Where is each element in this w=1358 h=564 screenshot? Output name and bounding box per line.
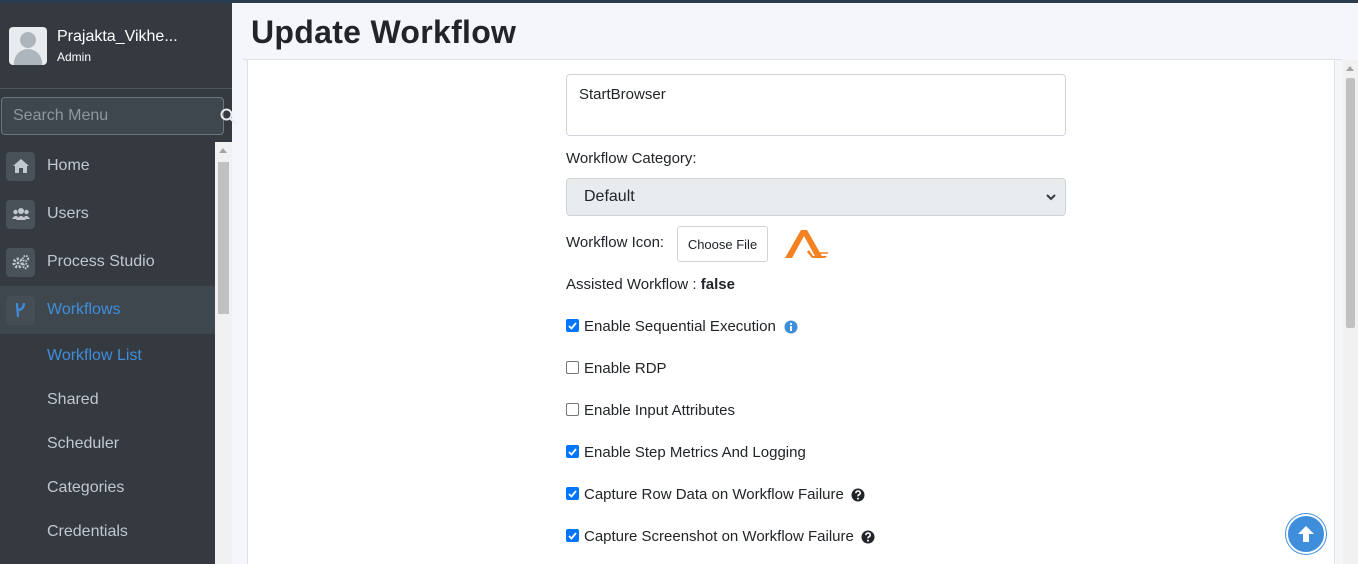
sidebar-item-label: Workflows (47, 301, 121, 318)
sidebar: Prajakta_Vikhe... Admin Home Users (0, 3, 236, 564)
description-textarea[interactable]: StartBrowser (566, 74, 1066, 136)
user-role: Admin (57, 49, 92, 64)
search-icon (220, 108, 236, 124)
choose-file-button[interactable]: Choose File (677, 226, 768, 262)
sidebar-scrollbar[interactable] (215, 142, 232, 564)
checkbox-checked[interactable] (566, 487, 579, 500)
page-scrollbar[interactable] (1343, 60, 1358, 564)
sidebar-subitem-shared[interactable]: Shared (0, 378, 215, 422)
assisted-value: false (700, 276, 735, 293)
page-header: Update Workflow (243, 7, 1342, 60)
user-panel[interactable]: Prajakta_Vikhe... Admin (0, 3, 232, 89)
question-icon[interactable] (851, 488, 865, 502)
category-select[interactable]: Default (566, 178, 1066, 216)
sidebar-nav: Home Users Process Studio Workflows Work… (0, 142, 215, 564)
checkbox-step-metrics[interactable]: Enable Step Metrics And Logging (566, 444, 806, 461)
category-selected-value: Default (584, 188, 635, 205)
home-icon (6, 151, 35, 181)
checkbox-capture-row-data[interactable]: Capture Row Data on Workflow Failure (566, 486, 865, 503)
checkbox-label: Capture Screenshot on Workflow Failure (584, 528, 854, 545)
checkbox-capture-screenshot[interactable]: Capture Screenshot on Workflow Failure (566, 528, 875, 545)
page-title: Update Workflow (251, 14, 517, 50)
checkbox-label: Enable RDP (584, 360, 667, 377)
search-button[interactable] (220, 98, 236, 134)
workflow-icon (6, 295, 35, 325)
sidebar-item-label: Users (47, 205, 89, 222)
back-to-top-button[interactable] (1286, 514, 1326, 554)
checkbox-unchecked[interactable] (566, 403, 579, 416)
sidebar-subitem-scheduler[interactable]: Scheduler (0, 422, 215, 466)
category-label: Workflow Category: (566, 150, 697, 167)
workflow-logo-icon (785, 230, 828, 258)
question-icon[interactable] (861, 530, 875, 544)
checkbox-sequential-execution[interactable]: Enable Sequential Execution (566, 318, 798, 335)
user-name: Prajakta_Vikhe... (57, 27, 178, 45)
checkbox-input-attributes[interactable]: Enable Input Attributes (566, 402, 735, 419)
icon-label: Workflow Icon: (566, 234, 665, 251)
sidebar-item-process-studio[interactable]: Process Studio (0, 238, 215, 286)
search-menu-input[interactable] (2, 107, 220, 125)
gears-icon (6, 247, 35, 277)
chevron-down-icon (1046, 194, 1056, 201)
sidebar-subitem-categories[interactable]: Categories (0, 466, 215, 510)
checkbox-checked[interactable] (566, 529, 579, 542)
checkbox-enable-rdp[interactable]: Enable RDP (566, 360, 667, 377)
sidebar-item-users[interactable]: Users (0, 190, 215, 238)
checkbox-label: Enable Sequential Execution (584, 318, 776, 335)
sidebar-subitem-credentials[interactable]: Credentials (0, 510, 215, 554)
checkbox-label: Enable Step Metrics And Logging (584, 444, 806, 461)
users-icon (6, 199, 35, 229)
assisted-label: Assisted Workflow : (566, 276, 697, 293)
checkbox-checked[interactable] (566, 445, 579, 458)
sidebar-subitem-workflow-list[interactable]: Workflow List (0, 334, 215, 378)
checkbox-unchecked[interactable] (566, 361, 579, 374)
info-icon[interactable] (784, 320, 798, 334)
checkbox-checked[interactable] (566, 319, 579, 332)
sidebar-item-label: Home (47, 157, 90, 174)
sidebar-item-home[interactable]: Home (0, 142, 215, 190)
avatar (9, 26, 47, 65)
sidebar-item-workflows[interactable]: Workflows (0, 286, 215, 334)
search-menu (1, 97, 236, 135)
assisted-workflow-text: Assisted Workflow : false (566, 276, 735, 293)
arrow-up-icon (1298, 526, 1314, 542)
workflow-form: StartBrowser Workflow Category: Default … (247, 60, 1335, 564)
checkbox-label: Capture Row Data on Workflow Failure (584, 486, 844, 503)
sidebar-item-label: Process Studio (47, 253, 155, 270)
checkbox-label: Enable Input Attributes (584, 402, 735, 419)
